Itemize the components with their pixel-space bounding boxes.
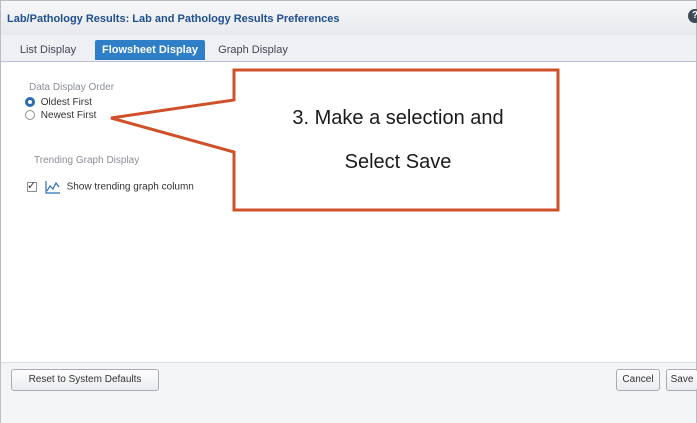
show-trending-graph-option[interactable]: ✓ Show trending graph column bbox=[27, 180, 194, 196]
dialog-footer: Reset to System Defaults Cancel Save bbox=[1, 362, 697, 423]
save-button[interactable]: Save bbox=[666, 369, 697, 391]
radio-newest-first-label: Newest First bbox=[40, 110, 97, 121]
tab-graph-display[interactable]: Graph Display bbox=[213, 40, 293, 60]
callout-line-2: Select Save bbox=[344, 151, 452, 173]
reset-to-defaults-button[interactable]: Reset to System Defaults bbox=[11, 369, 159, 391]
data-display-order-label: Data Display Order bbox=[29, 82, 115, 93]
show-trending-graph-label: Show trending graph column bbox=[66, 181, 194, 193]
tab-list-display[interactable]: List Display bbox=[9, 40, 87, 60]
trending-graph-display-label: Trending Graph Display bbox=[34, 155, 140, 166]
help-icon[interactable]: ? bbox=[688, 9, 697, 23]
radio-oldest-first[interactable]: Oldest First bbox=[25, 97, 92, 111]
preferences-window: Lab/Pathology Results: Lab and Pathology… bbox=[0, 0, 697, 423]
radio-selected-icon[interactable] bbox=[25, 97, 35, 108]
trend-graph-icon bbox=[45, 181, 60, 194]
trending-graph-checkbox[interactable]: ✓ bbox=[27, 180, 37, 192]
cancel-button[interactable]: Cancel bbox=[616, 369, 660, 391]
instruction-callout: 3. Make a selection and Select Save bbox=[236, 71, 560, 209]
tab-bar: List Display Flowsheet Display Graph Dis… bbox=[1, 35, 696, 62]
tab-flowsheet-display[interactable]: Flowsheet Display bbox=[95, 40, 205, 60]
checkmark-icon: ✓ bbox=[27, 180, 37, 192]
radio-newest-first[interactable]: Newest First bbox=[25, 110, 96, 124]
title-bar: Lab/Pathology Results: Lab and Pathology… bbox=[1, 1, 697, 36]
radio-oldest-first-label: Oldest First bbox=[40, 97, 92, 108]
callout-line-1: 3. Make a selection and bbox=[292, 107, 504, 129]
radio-unselected-icon[interactable] bbox=[25, 110, 35, 121]
window-title: Lab/Pathology Results: Lab and Pathology… bbox=[7, 13, 340, 25]
